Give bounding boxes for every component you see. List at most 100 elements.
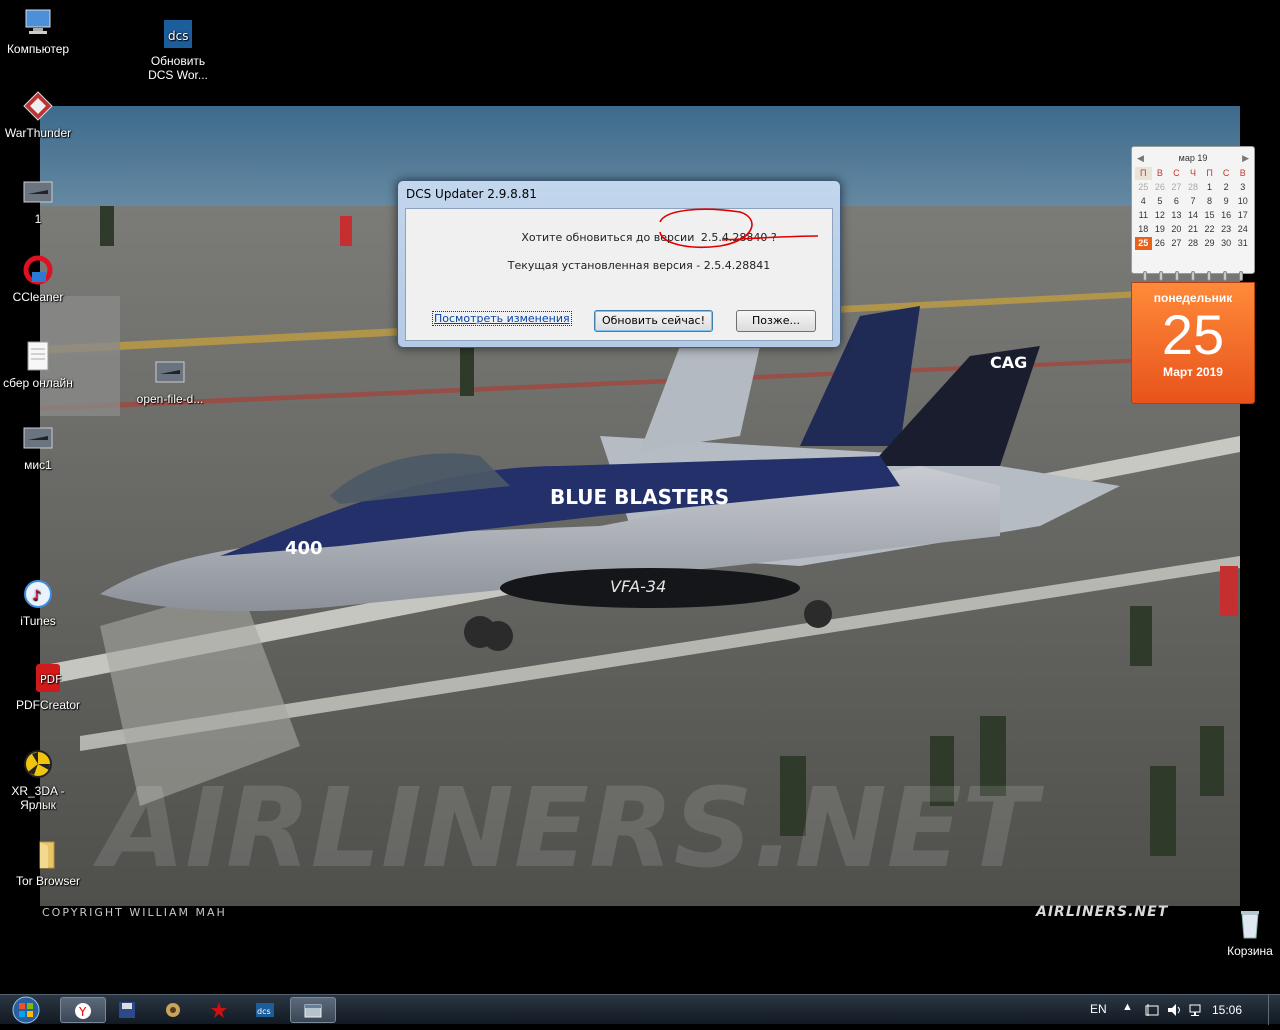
desktop-icon-label: Корзина [1227,944,1273,958]
desktop-icon-tor-browser[interactable]: Tor Browser [10,838,86,888]
desktop-icon-computer[interactable]: Компьютер [0,6,76,56]
calendar-day[interactable]: 1 [1201,181,1218,194]
desktop-icon-dcs-update[interactable]: dcs Обновить DCS Wor... [140,18,216,82]
jet-thumbnail-icon [22,422,54,454]
volume-icon[interactable] [1166,1002,1182,1018]
calendar-month-label: мар 19 [1178,153,1208,163]
weekday-label: В [1239,168,1246,178]
calendar-day[interactable]: 20 [1168,223,1185,236]
taskbar-save-disk[interactable] [104,997,150,1023]
desktop-icon-warthunder[interactable]: WarThunder [0,90,76,140]
weekday-label: Ч [1189,168,1196,178]
taskbar-dcs-updater-window[interactable] [290,997,336,1023]
calendar-day[interactable]: 24 [1234,223,1251,236]
calendar-prev-icon[interactable]: ◀ [1137,153,1144,164]
action-center-flag-icon[interactable] [1144,1002,1160,1018]
taskbar-clock[interactable]: 15:06 [1212,1003,1242,1017]
calendar-day[interactable]: 13 [1168,209,1185,222]
warthunder-icon [22,90,54,122]
calendar-gadget[interactable]: ◀ мар 19 ▶ П В С Ч П С В 25 26 27 28 1 2 3 4 5 6 7… [1131,146,1255,406]
taskbar-game-launcher[interactable] [150,997,196,1023]
taskbar-yandex-browser[interactable]: Y [60,997,106,1023]
desktop-icon-label: 1 [34,212,42,226]
dcs-icon: dcs [162,18,194,50]
itunes-icon: ♪ [22,578,54,610]
calendar-day[interactable]: 2 [1218,181,1235,194]
calendar-day[interactable]: 31 [1234,237,1251,250]
desktop-icon-recycle-bin[interactable]: Корзина [1212,908,1280,958]
calendar-day[interactable]: 18 [1135,223,1152,236]
calendar-day[interactable]: 25 [1135,237,1152,250]
weekday-label: П [1206,168,1213,178]
calendar-day[interactable]: 6 [1168,195,1185,208]
desktop-icon-1[interactable]: 1 [0,176,76,226]
weekday-label: В [1156,168,1163,178]
calendar-day[interactable]: 17 [1234,209,1251,222]
desktop-icon-open-file[interactable]: open-file-d... [132,356,208,406]
update-now-button[interactable]: Обновить сейчас! [594,310,713,332]
jet-thumbnail-icon [22,176,54,208]
calendar-next-icon[interactable]: ▶ [1242,153,1249,164]
taskbar-dcs[interactable]: dcs [242,997,288,1023]
desktop-icon-ccleaner[interactable]: CCleaner [0,254,76,304]
new-version-value: 2.5.4.28840 ? [700,231,777,244]
calendar-day[interactable]: 4 [1135,195,1152,208]
calendar-day[interactable]: 29 [1201,237,1218,250]
desktop-icon-label: мис1 [24,458,52,472]
calendar-day[interactable]: 5 [1152,195,1169,208]
language-indicator[interactable]: EN [1090,1002,1107,1016]
later-button[interactable]: Позже... [736,310,816,332]
calendar-grid: П В С Ч П С В 25 26 27 28 1 2 3 4 5 6 7 8 9 10 11 12 13 1… [1135,167,1251,250]
svg-text:PDF: PDF [40,673,61,686]
weekday-label: С [1222,168,1230,178]
calendar-day[interactable]: 15 [1201,209,1218,222]
calendar-day[interactable]: 25 [1135,181,1152,194]
desktop-icon-itunes[interactable]: ♪ iTunes [0,578,76,628]
show-hidden-icons-icon[interactable]: ▲ [1122,1001,1133,1013]
calendar-day[interactable]: 10 [1234,195,1251,208]
calendar-day[interactable]: 28 [1185,181,1202,194]
calendar-day[interactable]: 30 [1218,237,1235,250]
calendar-day[interactable]: 19 [1152,223,1169,236]
show-desktop-button[interactable] [1268,995,1280,1025]
calendar-day[interactable]: 21 [1185,223,1202,236]
jet-squadron-text: BLUE BLASTERS [550,485,729,509]
calendar-day[interactable]: 26 [1152,237,1169,250]
desktop-icon-label: PDFCreator [15,698,80,712]
network-icon[interactable] [1188,1002,1204,1018]
save-disk-icon [118,1001,136,1019]
current-version-text: Текущая установленная версия - 2.5.4.288… [507,259,771,272]
calendar-day[interactable]: 8 [1201,195,1218,208]
calendar-day[interactable]: 11 [1135,209,1152,222]
calendar-day[interactable]: 27 [1168,181,1185,194]
calendar-day[interactable]: 27 [1168,237,1185,250]
desktop-icon-sber[interactable]: сбер онлайн [0,340,76,390]
windows-start-icon[interactable] [4,995,48,1025]
calendar-day[interactable]: 23 [1218,223,1235,236]
computer-icon [22,6,54,38]
calendar-day[interactable]: 26 [1152,181,1169,194]
calendar-day[interactable]: 12 [1152,209,1169,222]
folder-icon [32,838,64,870]
view-changes-link[interactable]: Посмотреть изменения [432,311,572,326]
desktop-icon-mis1[interactable]: мис1 [0,422,76,472]
weekday-label: С [1173,168,1180,178]
calendar-day[interactable]: 9 [1218,195,1235,208]
dcs-updater-window-icon [304,1002,322,1020]
calendar-day[interactable]: 16 [1218,209,1235,222]
xray-icon [22,748,54,780]
desktop-icon-pdfcreator[interactable]: PDF PDFCreator [10,662,86,712]
calendar-day[interactable]: 7 [1185,195,1202,208]
svg-text:AIRLINERS.NET: AIRLINERS.NET [92,764,1045,892]
calendar-day[interactable]: 14 [1185,209,1202,222]
svg-text:dcs: dcs [257,1007,271,1016]
calendar-day[interactable]: 22 [1201,223,1218,236]
jet-tank-text: VFA-34 [610,577,666,596]
desktop-icon-xr3da[interactable]: XR_3DA - Ярлык [0,748,76,812]
weekday-label: П [1135,167,1152,180]
calendar-day[interactable]: 28 [1185,237,1202,250]
jet-number-text: 400 [285,538,323,559]
recycle-bin-icon [1234,908,1266,940]
calendar-day[interactable]: 3 [1234,181,1251,194]
taskbar-red-star[interactable] [196,997,242,1023]
